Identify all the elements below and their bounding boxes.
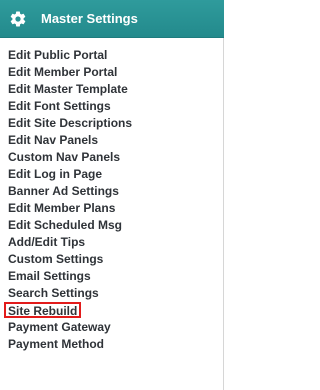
menu-item-label[interactable]: Email Settings — [8, 269, 91, 283]
menu-item-label[interactable]: Edit Log in Page — [8, 167, 102, 181]
gear-icon — [10, 11, 26, 27]
menu-item-edit-log-in-page[interactable]: Edit Log in Page — [0, 166, 224, 183]
menu-item-banner-ad-settings[interactable]: Banner Ad Settings — [0, 183, 224, 200]
menu-item-site-rebuild[interactable]: Site Rebuild — [0, 302, 224, 319]
menu-item-label[interactable]: Search Settings — [8, 286, 99, 300]
menu-item-label-highlighted[interactable]: Site Rebuild — [4, 302, 82, 318]
menu-item-edit-nav-panels[interactable]: Edit Nav Panels — [0, 132, 224, 149]
menu-item-edit-scheduled-msg[interactable]: Edit Scheduled Msg — [0, 217, 224, 234]
menu-item-label[interactable]: Add/Edit Tips — [8, 235, 85, 249]
menu-item-label[interactable]: Edit Public Portal — [8, 48, 107, 62]
settings-menu: Edit Public Portal Edit Member Portal Ed… — [0, 47, 224, 353]
menu-item-email-settings[interactable]: Email Settings — [0, 268, 224, 285]
menu-item-payment-gateway[interactable]: Payment Gateway — [0, 319, 224, 336]
menu-item-custom-nav-panels[interactable]: Custom Nav Panels — [0, 149, 224, 166]
menu-item-edit-font-settings[interactable]: Edit Font Settings — [0, 98, 224, 115]
panel-header[interactable]: Master Settings — [0, 0, 224, 38]
menu-item-label[interactable]: Edit Site Descriptions — [8, 116, 132, 130]
menu-item-label[interactable]: Edit Scheduled Msg — [8, 218, 122, 232]
menu-item-label[interactable]: Payment Method — [8, 337, 104, 351]
menu-item-edit-member-portal[interactable]: Edit Member Portal — [0, 64, 224, 81]
menu-item-label[interactable]: Edit Member Portal — [8, 65, 117, 79]
menu-item-edit-master-template[interactable]: Edit Master Template — [0, 81, 224, 98]
menu-item-edit-public-portal[interactable]: Edit Public Portal — [0, 47, 224, 64]
menu-item-add-edit-tips[interactable]: Add/Edit Tips — [0, 234, 224, 251]
master-settings-panel: Master Settings Edit Public Portal Edit … — [0, 0, 224, 390]
menu-item-label[interactable]: Edit Font Settings — [8, 99, 111, 113]
menu-item-payment-method[interactable]: Payment Method — [0, 336, 224, 353]
panel-title: Master Settings — [41, 11, 138, 26]
menu-item-label[interactable]: Custom Nav Panels — [8, 150, 120, 164]
menu-item-edit-member-plans[interactable]: Edit Member Plans — [0, 200, 224, 217]
menu-item-label[interactable]: Edit Member Plans — [8, 201, 115, 215]
menu-item-search-settings[interactable]: Search Settings — [0, 285, 224, 302]
menu-item-label[interactable]: Edit Nav Panels — [8, 133, 98, 147]
menu-item-custom-settings[interactable]: Custom Settings — [0, 251, 224, 268]
menu-item-label[interactable]: Edit Master Template — [8, 82, 128, 96]
menu-item-label[interactable]: Banner Ad Settings — [8, 184, 119, 198]
menu-item-edit-site-descriptions[interactable]: Edit Site Descriptions — [0, 115, 224, 132]
menu-item-label[interactable]: Payment Gateway — [8, 320, 111, 334]
menu-item-label[interactable]: Custom Settings — [8, 252, 103, 266]
